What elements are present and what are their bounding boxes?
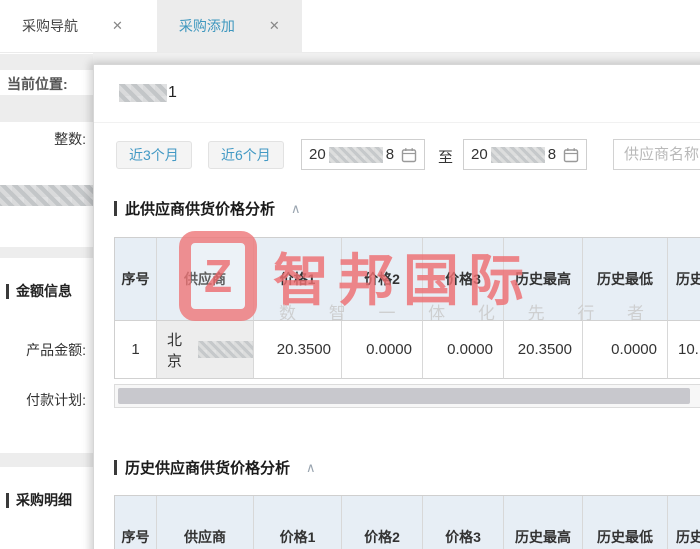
date-range-to-label: 至 (438, 146, 453, 167)
dialog-title-suffix: 1 (168, 84, 177, 102)
col-header-seq: 序号 (115, 238, 157, 321)
section-divider (0, 453, 93, 467)
row-price1: 20.3500 (254, 321, 342, 379)
tab-purchase-add-label: 采购添加 (179, 16, 235, 36)
col-header-price3: 价格3 (423, 238, 504, 321)
history-supplier-price-table: 序号 供应商 价格1 价格2 价格3 历史最高 历史最低 历史 (114, 495, 700, 549)
current-supplier-price-section-header[interactable]: 此供应商供货价格分析 ∧ (114, 198, 301, 219)
row-hist-avg: 10. (668, 321, 700, 379)
redacted-date (329, 147, 383, 163)
row-hist-low: 0.0000 (583, 321, 668, 379)
calendar-icon[interactable] (563, 147, 579, 163)
table-header-row: 序号 供应商 价格1 价格2 价格3 历史最高 历史最低 历史 (115, 496, 700, 549)
section-divider (0, 247, 93, 258)
chevron-up-icon[interactable]: ∧ (306, 460, 316, 476)
last-3-months-button[interactable]: 近3个月 (116, 141, 192, 169)
section-bar-icon (114, 460, 117, 475)
purchase-detail-section-header: 采购明细 (6, 490, 72, 510)
date-to-prefix: 20 (471, 146, 488, 163)
calendar-icon[interactable] (401, 147, 417, 163)
date-to-suffix: 8 (548, 146, 556, 163)
date-to-input[interactable]: 20 8 (463, 139, 587, 170)
col-header-supplier: 供应商 (157, 496, 254, 549)
history-supplier-price-section-title: 历史供应商供货价格分析 (125, 457, 290, 478)
col-header-price2: 价格2 (342, 496, 423, 549)
tab-purchase-nav-label: 采购导航 (22, 16, 78, 36)
current-supplier-price-section-title: 此供应商供货价格分析 (125, 198, 275, 219)
col-header-hist-high: 历史最高 (504, 496, 583, 549)
date-from-input[interactable]: 20 8 (301, 139, 425, 170)
close-icon[interactable]: ✕ (112, 18, 123, 34)
col-header-hist-low: 历史最低 (583, 496, 668, 549)
col-header-price2: 价格2 (342, 238, 423, 321)
date-from-suffix: 8 (386, 146, 394, 163)
section-divider (0, 54, 93, 70)
row-price3: 0.0000 (423, 321, 504, 379)
horizontal-scrollbar[interactable] (114, 384, 700, 408)
payment-plan-label: 付款计划: (0, 390, 86, 410)
app-window: 采购导航 ✕ 采购添加 ✕ 当前位置: 整数: 金额信息 产品金额: 付款计划:… (0, 0, 700, 549)
col-header-hist-avg: 历史 (668, 496, 700, 549)
divider (94, 122, 700, 123)
col-header-hist-low: 历史最低 (583, 238, 668, 321)
current-location-label: 当前位置: (7, 74, 68, 94)
tab-purchase-add[interactable]: 采购添加 ✕ (157, 0, 302, 52)
tab-bar: 采购导航 ✕ 采购添加 ✕ (0, 0, 700, 53)
redacted-title-text (119, 84, 167, 102)
col-header-supplier: 供应商 (157, 238, 254, 321)
current-supplier-price-table: 序号 供应商 价格1 价格2 价格3 历史最高 历史最低 历史 1 北京 20.… (114, 237, 700, 379)
last-6-months-button[interactable]: 近6个月 (208, 141, 284, 169)
redacted-field (0, 185, 96, 206)
row-price2: 0.0000 (342, 321, 423, 379)
row-seq: 1 (115, 321, 157, 379)
section-bar-icon (6, 284, 9, 299)
product-amount-label: 产品金额: (0, 340, 86, 360)
chevron-up-icon[interactable]: ∧ (291, 201, 301, 217)
redacted-date (491, 147, 545, 163)
col-header-seq: 序号 (115, 496, 157, 549)
redacted-supplier-name (198, 341, 253, 358)
history-supplier-price-section-header[interactable]: 历史供应商供货价格分析 ∧ (114, 457, 316, 478)
date-from-prefix: 20 (309, 146, 326, 163)
sidebar-form-panel: 当前位置: 整数: 金额信息 产品金额: 付款计划: 采购明细 (0, 53, 93, 549)
tab-purchase-nav[interactable]: 采购导航 ✕ (0, 0, 145, 52)
col-header-hist-avg: 历史 (668, 238, 700, 321)
col-header-price3: 价格3 (423, 496, 504, 549)
amount-info-label: 金额信息 (16, 281, 72, 301)
row-supplier-prefix: 北京 (167, 329, 196, 371)
row-hist-high: 20.3500 (504, 321, 583, 379)
col-header-price1: 价格1 (254, 238, 342, 321)
close-icon[interactable]: ✕ (269, 18, 280, 34)
price-analysis-dialog: 1 近3个月 近6个月 20 8 至 20 8 (93, 64, 700, 549)
dialog-title: 1 (119, 84, 177, 102)
supplier-name-input[interactable] (613, 139, 700, 170)
table-row: 1 北京 20.3500 0.0000 0.0000 20.3500 0.000… (115, 321, 700, 379)
section-bar-icon (114, 201, 117, 216)
horizontal-scrollbar-thumb[interactable] (118, 388, 690, 404)
col-header-hist-high: 历史最高 (504, 238, 583, 321)
purchase-detail-label: 采购明细 (16, 490, 72, 510)
amount-info-section-header: 金额信息 (6, 281, 72, 301)
section-bar-icon (6, 493, 9, 508)
integer-field-label: 整数: (0, 129, 86, 149)
section-divider (0, 95, 93, 122)
col-header-price1: 价格1 (254, 496, 342, 549)
row-supplier: 北京 (157, 321, 254, 379)
table-header-row: 序号 供应商 价格1 价格2 价格3 历史最高 历史最低 历史 (115, 238, 700, 321)
